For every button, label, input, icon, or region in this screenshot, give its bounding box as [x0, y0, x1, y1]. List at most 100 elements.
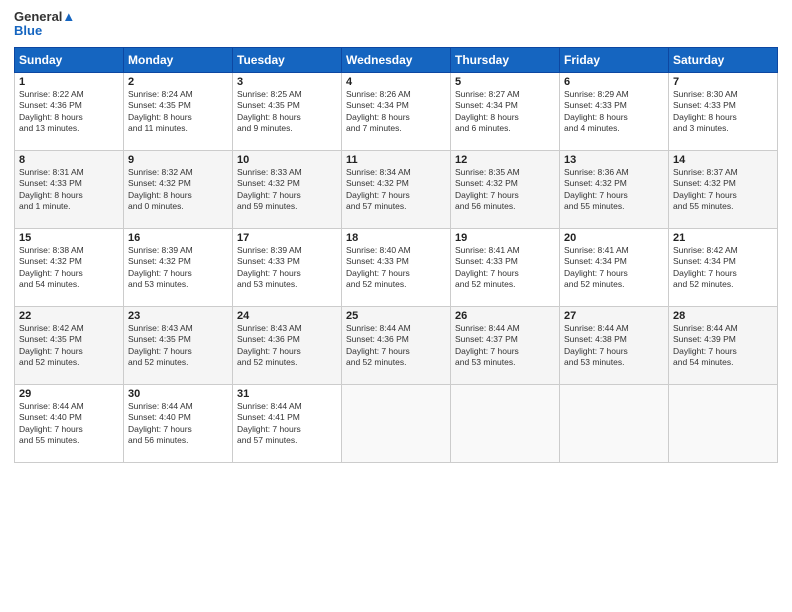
day-number: 8 — [19, 154, 119, 166]
day-number: 26 — [455, 310, 555, 322]
week-row-2: 8Sunrise: 8:31 AM Sunset: 4:33 PM Daylig… — [15, 150, 778, 228]
weekday-header-thursday: Thursday — [451, 47, 560, 72]
day-cell: 26Sunrise: 8:44 AM Sunset: 4:37 PM Dayli… — [451, 306, 560, 384]
day-cell — [560, 384, 669, 462]
day-cell: 23Sunrise: 8:43 AM Sunset: 4:35 PM Dayli… — [124, 306, 233, 384]
day-info: Sunrise: 8:38 AM Sunset: 4:32 PM Dayligh… — [19, 245, 119, 291]
day-cell: 15Sunrise: 8:38 AM Sunset: 4:32 PM Dayli… — [15, 228, 124, 306]
day-number: 25 — [346, 310, 446, 322]
day-number: 20 — [564, 232, 664, 244]
day-info: Sunrise: 8:42 AM Sunset: 4:35 PM Dayligh… — [19, 323, 119, 369]
weekday-header-friday: Friday — [560, 47, 669, 72]
day-cell: 3Sunrise: 8:25 AM Sunset: 4:35 PM Daylig… — [233, 72, 342, 150]
day-number: 23 — [128, 310, 228, 322]
day-cell: 13Sunrise: 8:36 AM Sunset: 4:32 PM Dayli… — [560, 150, 669, 228]
day-cell: 4Sunrise: 8:26 AM Sunset: 4:34 PM Daylig… — [342, 72, 451, 150]
day-info: Sunrise: 8:35 AM Sunset: 4:32 PM Dayligh… — [455, 167, 555, 213]
day-info: Sunrise: 8:31 AM Sunset: 4:33 PM Dayligh… — [19, 167, 119, 213]
logo-text-blue: Blue — [14, 24, 42, 38]
day-info: Sunrise: 8:30 AM Sunset: 4:33 PM Dayligh… — [673, 89, 773, 135]
day-info: Sunrise: 8:44 AM Sunset: 4:37 PM Dayligh… — [455, 323, 555, 369]
week-row-5: 29Sunrise: 8:44 AM Sunset: 4:40 PM Dayli… — [15, 384, 778, 462]
day-number: 16 — [128, 232, 228, 244]
day-info: Sunrise: 8:25 AM Sunset: 4:35 PM Dayligh… — [237, 89, 337, 135]
calendar-table: SundayMondayTuesdayWednesdayThursdayFrid… — [14, 47, 778, 463]
week-row-1: 1Sunrise: 8:22 AM Sunset: 4:36 PM Daylig… — [15, 72, 778, 150]
day-cell: 8Sunrise: 8:31 AM Sunset: 4:33 PM Daylig… — [15, 150, 124, 228]
day-cell: 25Sunrise: 8:44 AM Sunset: 4:36 PM Dayli… — [342, 306, 451, 384]
day-number: 1 — [19, 76, 119, 88]
weekday-header-saturday: Saturday — [669, 47, 778, 72]
day-number: 6 — [564, 76, 664, 88]
weekday-header-tuesday: Tuesday — [233, 47, 342, 72]
day-info: Sunrise: 8:43 AM Sunset: 4:35 PM Dayligh… — [128, 323, 228, 369]
day-cell: 14Sunrise: 8:37 AM Sunset: 4:32 PM Dayli… — [669, 150, 778, 228]
day-cell: 2Sunrise: 8:24 AM Sunset: 4:35 PM Daylig… — [124, 72, 233, 150]
day-info: Sunrise: 8:34 AM Sunset: 4:32 PM Dayligh… — [346, 167, 446, 213]
day-number: 4 — [346, 76, 446, 88]
day-number: 17 — [237, 232, 337, 244]
day-number: 31 — [237, 388, 337, 400]
day-number: 18 — [346, 232, 446, 244]
day-number: 30 — [128, 388, 228, 400]
day-info: Sunrise: 8:37 AM Sunset: 4:32 PM Dayligh… — [673, 167, 773, 213]
day-info: Sunrise: 8:41 AM Sunset: 4:34 PM Dayligh… — [564, 245, 664, 291]
day-info: Sunrise: 8:36 AM Sunset: 4:32 PM Dayligh… — [564, 167, 664, 213]
logo-text-general: General▲ — [14, 10, 75, 24]
day-cell: 7Sunrise: 8:30 AM Sunset: 4:33 PM Daylig… — [669, 72, 778, 150]
calendar-header-row: SundayMondayTuesdayWednesdayThursdayFrid… — [15, 47, 778, 72]
day-info: Sunrise: 8:39 AM Sunset: 4:33 PM Dayligh… — [237, 245, 337, 291]
week-row-3: 15Sunrise: 8:38 AM Sunset: 4:32 PM Dayli… — [15, 228, 778, 306]
day-cell: 28Sunrise: 8:44 AM Sunset: 4:39 PM Dayli… — [669, 306, 778, 384]
day-cell: 16Sunrise: 8:39 AM Sunset: 4:32 PM Dayli… — [124, 228, 233, 306]
day-info: Sunrise: 8:43 AM Sunset: 4:36 PM Dayligh… — [237, 323, 337, 369]
day-info: Sunrise: 8:33 AM Sunset: 4:32 PM Dayligh… — [237, 167, 337, 213]
day-number: 14 — [673, 154, 773, 166]
day-cell: 27Sunrise: 8:44 AM Sunset: 4:38 PM Dayli… — [560, 306, 669, 384]
day-number: 10 — [237, 154, 337, 166]
day-cell: 5Sunrise: 8:27 AM Sunset: 4:34 PM Daylig… — [451, 72, 560, 150]
day-info: Sunrise: 8:29 AM Sunset: 4:33 PM Dayligh… — [564, 89, 664, 135]
day-cell: 1Sunrise: 8:22 AM Sunset: 4:36 PM Daylig… — [15, 72, 124, 150]
day-cell — [342, 384, 451, 462]
day-info: Sunrise: 8:40 AM Sunset: 4:33 PM Dayligh… — [346, 245, 446, 291]
day-cell: 19Sunrise: 8:41 AM Sunset: 4:33 PM Dayli… — [451, 228, 560, 306]
day-cell: 29Sunrise: 8:44 AM Sunset: 4:40 PM Dayli… — [15, 384, 124, 462]
day-cell: 17Sunrise: 8:39 AM Sunset: 4:33 PM Dayli… — [233, 228, 342, 306]
day-number: 27 — [564, 310, 664, 322]
day-cell — [669, 384, 778, 462]
day-cell: 18Sunrise: 8:40 AM Sunset: 4:33 PM Dayli… — [342, 228, 451, 306]
day-info: Sunrise: 8:44 AM Sunset: 4:36 PM Dayligh… — [346, 323, 446, 369]
day-number: 9 — [128, 154, 228, 166]
day-cell: 10Sunrise: 8:33 AM Sunset: 4:32 PM Dayli… — [233, 150, 342, 228]
day-info: Sunrise: 8:22 AM Sunset: 4:36 PM Dayligh… — [19, 89, 119, 135]
day-number: 19 — [455, 232, 555, 244]
weekday-header-monday: Monday — [124, 47, 233, 72]
day-info: Sunrise: 8:44 AM Sunset: 4:40 PM Dayligh… — [128, 401, 228, 447]
day-info: Sunrise: 8:44 AM Sunset: 4:38 PM Dayligh… — [564, 323, 664, 369]
day-number: 29 — [19, 388, 119, 400]
day-number: 3 — [237, 76, 337, 88]
day-number: 13 — [564, 154, 664, 166]
day-cell: 9Sunrise: 8:32 AM Sunset: 4:32 PM Daylig… — [124, 150, 233, 228]
day-info: Sunrise: 8:44 AM Sunset: 4:41 PM Dayligh… — [237, 401, 337, 447]
day-cell: 11Sunrise: 8:34 AM Sunset: 4:32 PM Dayli… — [342, 150, 451, 228]
day-cell: 22Sunrise: 8:42 AM Sunset: 4:35 PM Dayli… — [15, 306, 124, 384]
day-info: Sunrise: 8:44 AM Sunset: 4:40 PM Dayligh… — [19, 401, 119, 447]
day-cell: 31Sunrise: 8:44 AM Sunset: 4:41 PM Dayli… — [233, 384, 342, 462]
day-number: 15 — [19, 232, 119, 244]
day-number: 28 — [673, 310, 773, 322]
page-container: General▲ Blue SundayMondayTuesdayWednesd… — [0, 0, 792, 469]
day-info: Sunrise: 8:24 AM Sunset: 4:35 PM Dayligh… — [128, 89, 228, 135]
day-number: 2 — [128, 76, 228, 88]
day-cell: 20Sunrise: 8:41 AM Sunset: 4:34 PM Dayli… — [560, 228, 669, 306]
day-info: Sunrise: 8:42 AM Sunset: 4:34 PM Dayligh… — [673, 245, 773, 291]
day-number: 12 — [455, 154, 555, 166]
weekday-header-sunday: Sunday — [15, 47, 124, 72]
day-info: Sunrise: 8:32 AM Sunset: 4:32 PM Dayligh… — [128, 167, 228, 213]
day-cell: 6Sunrise: 8:29 AM Sunset: 4:33 PM Daylig… — [560, 72, 669, 150]
day-info: Sunrise: 8:26 AM Sunset: 4:34 PM Dayligh… — [346, 89, 446, 135]
day-info: Sunrise: 8:41 AM Sunset: 4:33 PM Dayligh… — [455, 245, 555, 291]
day-info: Sunrise: 8:44 AM Sunset: 4:39 PM Dayligh… — [673, 323, 773, 369]
day-cell: 30Sunrise: 8:44 AM Sunset: 4:40 PM Dayli… — [124, 384, 233, 462]
